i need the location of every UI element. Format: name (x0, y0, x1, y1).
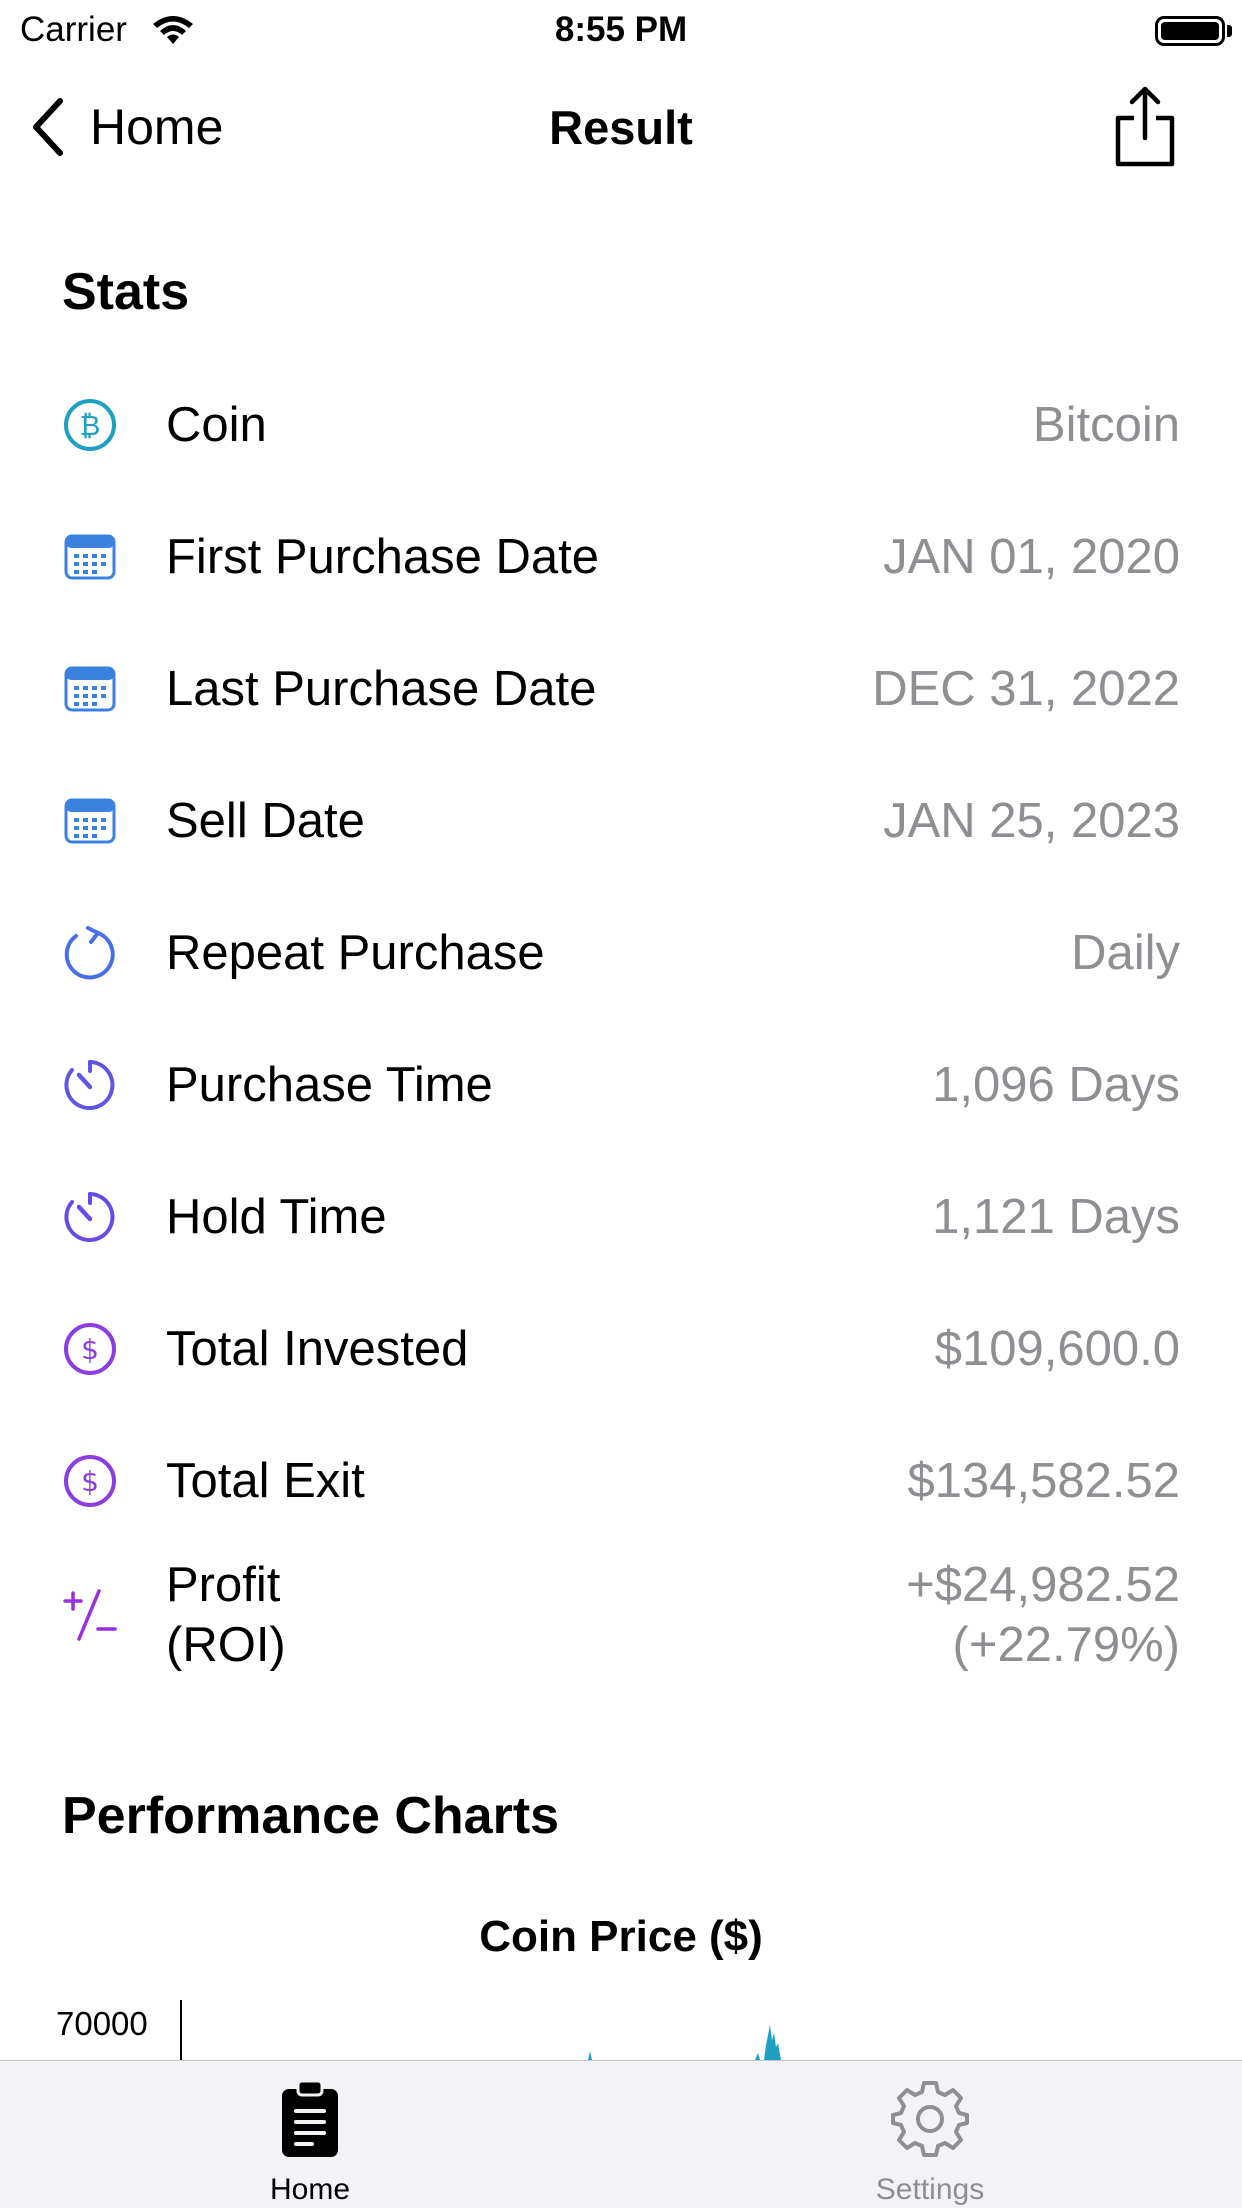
stat-value: Daily (1071, 926, 1180, 980)
timer-icon (62, 1057, 118, 1113)
stat-row-coin: ₿ Coin Bitcoin (0, 359, 1242, 491)
stat-value: $134,582.52 (907, 1454, 1181, 1508)
stats-section-title: Stats (62, 263, 190, 321)
calendar-icon (62, 529, 118, 585)
tab-home[interactable]: Home (160, 2061, 460, 2208)
coin-price-chart-title: Coin Price ($) (479, 1912, 763, 1961)
timer-icon (62, 1189, 118, 1245)
stat-label: First Purchase Date (166, 530, 599, 584)
stat-label: Total Invested (166, 1322, 469, 1376)
stat-value: JAN 25, 2023 (883, 794, 1180, 848)
stat-value-line2: (+22.79%) (952, 1617, 1180, 1672)
stat-label: Hold Time (166, 1190, 387, 1244)
stat-value: JAN 01, 2020 (883, 530, 1180, 584)
navigation-bar: Home Result (0, 70, 1242, 185)
stat-row-total-exit: $ Total Exit $134,582.52 (0, 1415, 1242, 1547)
stat-value-line1: +$24,982.52 (906, 1557, 1180, 1612)
dollar-circle-icon: $ (62, 1321, 118, 1377)
calendar-icon (62, 661, 118, 717)
stat-row-sell-date: Sell Date JAN 25, 2023 (0, 755, 1242, 887)
bitcoin-icon: ₿ (62, 397, 118, 453)
stat-label: Profit (ROI) (166, 1555, 286, 1675)
stat-row-repeat-purchase: Repeat Purchase Daily (0, 887, 1242, 1019)
stat-value: 1,121 Days (932, 1190, 1180, 1244)
status-time: 8:55 PM (554, 10, 688, 49)
battery-cap (1227, 25, 1232, 37)
repeat-icon (62, 925, 118, 981)
stat-value: $109,600.0 (934, 1322, 1180, 1376)
coin-price-chart: 70000 (0, 1985, 1242, 2060)
stat-label: Coin (166, 398, 267, 452)
stat-row-profit: Profit (ROI) +$24,982.52 (+22.79%) (0, 1547, 1242, 1682)
stat-label-line1: Profit (166, 1557, 281, 1612)
page-title: Result (549, 101, 693, 154)
stat-label: Sell Date (166, 794, 365, 848)
tab-settings[interactable]: Settings (780, 2061, 1080, 2208)
svg-text:$: $ (81, 1465, 99, 1498)
stat-row-total-invested: $ Total Invested $109,600.0 (0, 1283, 1242, 1415)
plus-minus-icon (62, 1587, 118, 1643)
stat-value: +$24,982.52 (+22.79%) (906, 1555, 1180, 1675)
stat-row-first-purchase-date: First Purchase Date JAN 01, 2020 (0, 491, 1242, 623)
stat-value: DEC 31, 2022 (872, 662, 1180, 716)
dollar-circle-icon: $ (62, 1453, 118, 1509)
status-bar: Carrier 8:55 PM (0, 0, 1242, 62)
svg-text:₿: ₿ (80, 409, 101, 442)
stat-label: Purchase Time (166, 1058, 493, 1112)
tab-bar: Home Settings (0, 2060, 1242, 2208)
tab-label: Settings (875, 2173, 985, 2206)
stat-label: Repeat Purchase (166, 926, 545, 980)
stat-value: 1,096 Days (932, 1058, 1180, 1112)
stat-label: Last Purchase Date (166, 662, 597, 716)
share-icon[interactable] (1112, 86, 1178, 168)
battery-icon (1155, 16, 1225, 46)
stat-row-last-purchase-date: Last Purchase Date DEC 31, 2022 (0, 623, 1242, 755)
charts-section-title: Performance Charts (62, 1787, 560, 1845)
stat-label: Total Exit (166, 1454, 365, 1508)
stat-row-hold-time: Hold Time 1,121 Days (0, 1151, 1242, 1283)
gear-icon (891, 2081, 969, 2157)
stat-row-purchase-time: Purchase Time 1,096 Days (0, 1019, 1242, 1151)
svg-text:$: $ (81, 1333, 99, 1366)
clipboard-icon (282, 2079, 338, 2157)
price-area-series (588, 2025, 781, 2060)
stat-label-line2: (ROI) (166, 1617, 286, 1672)
tab-label: Home (269, 2173, 351, 2206)
stat-value: Bitcoin (1032, 398, 1180, 452)
calendar-icon (62, 793, 118, 849)
